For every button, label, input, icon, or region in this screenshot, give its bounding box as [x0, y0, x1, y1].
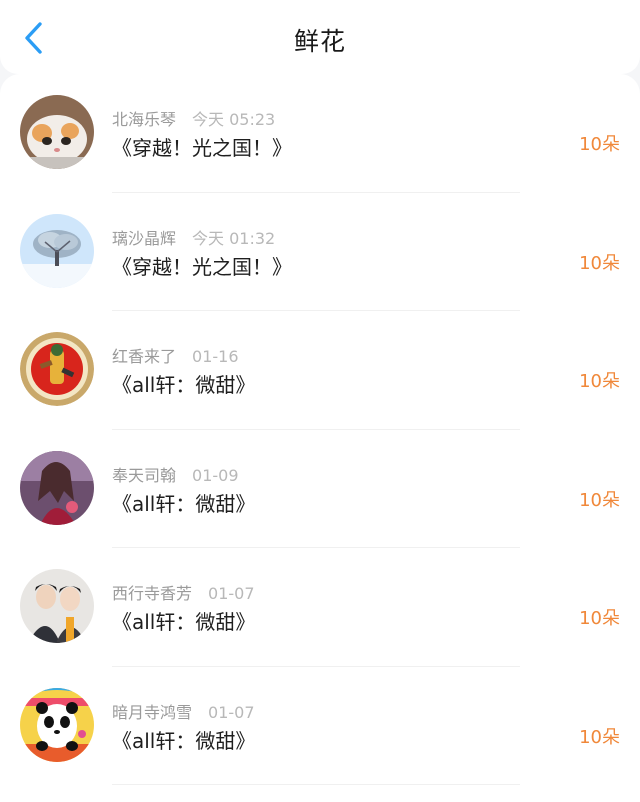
book-title[interactable]: 《all轩：微甜》 [112, 606, 255, 635]
flower-amount: 10朵 [579, 489, 620, 511]
sender-info: 璃沙晶辉 今天 01:32 [112, 225, 275, 249]
list-item[interactable]: 暗月寺鸿雪 01-07 《all轩：微甜》 10朵 [0, 667, 640, 785]
avatar[interactable] [20, 687, 94, 762]
avatar[interactable] [20, 450, 94, 525]
sender-name: 西行寺香芳 [112, 584, 193, 603]
book-title[interactable]: 《all轩：微甜》 [112, 725, 255, 754]
book-title[interactable]: 《穿越！光之国！》 [112, 132, 292, 161]
book-title[interactable]: 《all轩：微甜》 [112, 488, 255, 517]
divider [112, 784, 520, 785]
avatar[interactable] [20, 332, 94, 406]
avatar[interactable] [20, 95, 94, 169]
sender-name: 北海乐琴 [112, 110, 177, 129]
sender-info: 红香来了 01-16 [112, 343, 239, 367]
sender-name: 奉天司翰 [112, 465, 177, 485]
list-item[interactable]: 红香来了 01-16 《all轩：微甜》 10朵 [0, 311, 640, 430]
sender-info: 暗月寺鸿雪 01-07 [112, 699, 255, 723]
timestamp: 01-16 [192, 347, 239, 366]
timestamp: 今天 01:32 [192, 228, 276, 248]
sender-name: 暗月寺鸿雪 [112, 702, 193, 722]
list-item[interactable]: 西行寺香芳 01-07 《all轩：微甜》 10朵 [0, 548, 640, 667]
flower-amount: 10朵 [579, 371, 620, 392]
avatar[interactable] [20, 569, 94, 643]
book-title[interactable]: 《穿越！光之国！》 [112, 251, 292, 280]
avatar[interactable] [20, 213, 94, 288]
flower-amount: 10朵 [579, 134, 620, 155]
top-bar: 鲜花 [0, 0, 640, 74]
sender-info: 奉天司翰 01-09 [112, 462, 239, 486]
flower-record-list: 北海乐琴 今天 05:23 《穿越！光之国！》 10朵 璃沙晶辉 今天 01:32 … [0, 74, 640, 802]
list-item[interactable]: 奉天司翰 01-09 《all轩：微甜》 10朵 [0, 430, 640, 548]
timestamp: 01-09 [192, 465, 239, 485]
flower-amount: 10朵 [579, 608, 620, 629]
book-title[interactable]: 《all轩：微甜》 [112, 369, 255, 398]
timestamp: 01-07 [208, 702, 255, 722]
list-item[interactable]: 北海乐琴 今天 05:23 《穿越！光之国！》 10朵 [0, 74, 640, 193]
flower-amount: 10朵 [579, 726, 620, 748]
sender-info: 西行寺香芳 01-07 [112, 580, 255, 604]
sender-name: 璃沙晶辉 [112, 228, 177, 248]
sender-name: 红香来了 [112, 347, 177, 366]
list-item[interactable]: 璃沙晶辉 今天 01:32 《穿越！光之国！》 10朵 [0, 193, 640, 311]
sender-info: 北海乐琴 今天 05:23 [112, 106, 275, 130]
page-title: 鲜花 [293, 27, 346, 56]
flower-amount: 10朵 [579, 252, 620, 274]
timestamp: 今天 05:23 [192, 110, 276, 129]
timestamp: 01-07 [208, 584, 255, 603]
